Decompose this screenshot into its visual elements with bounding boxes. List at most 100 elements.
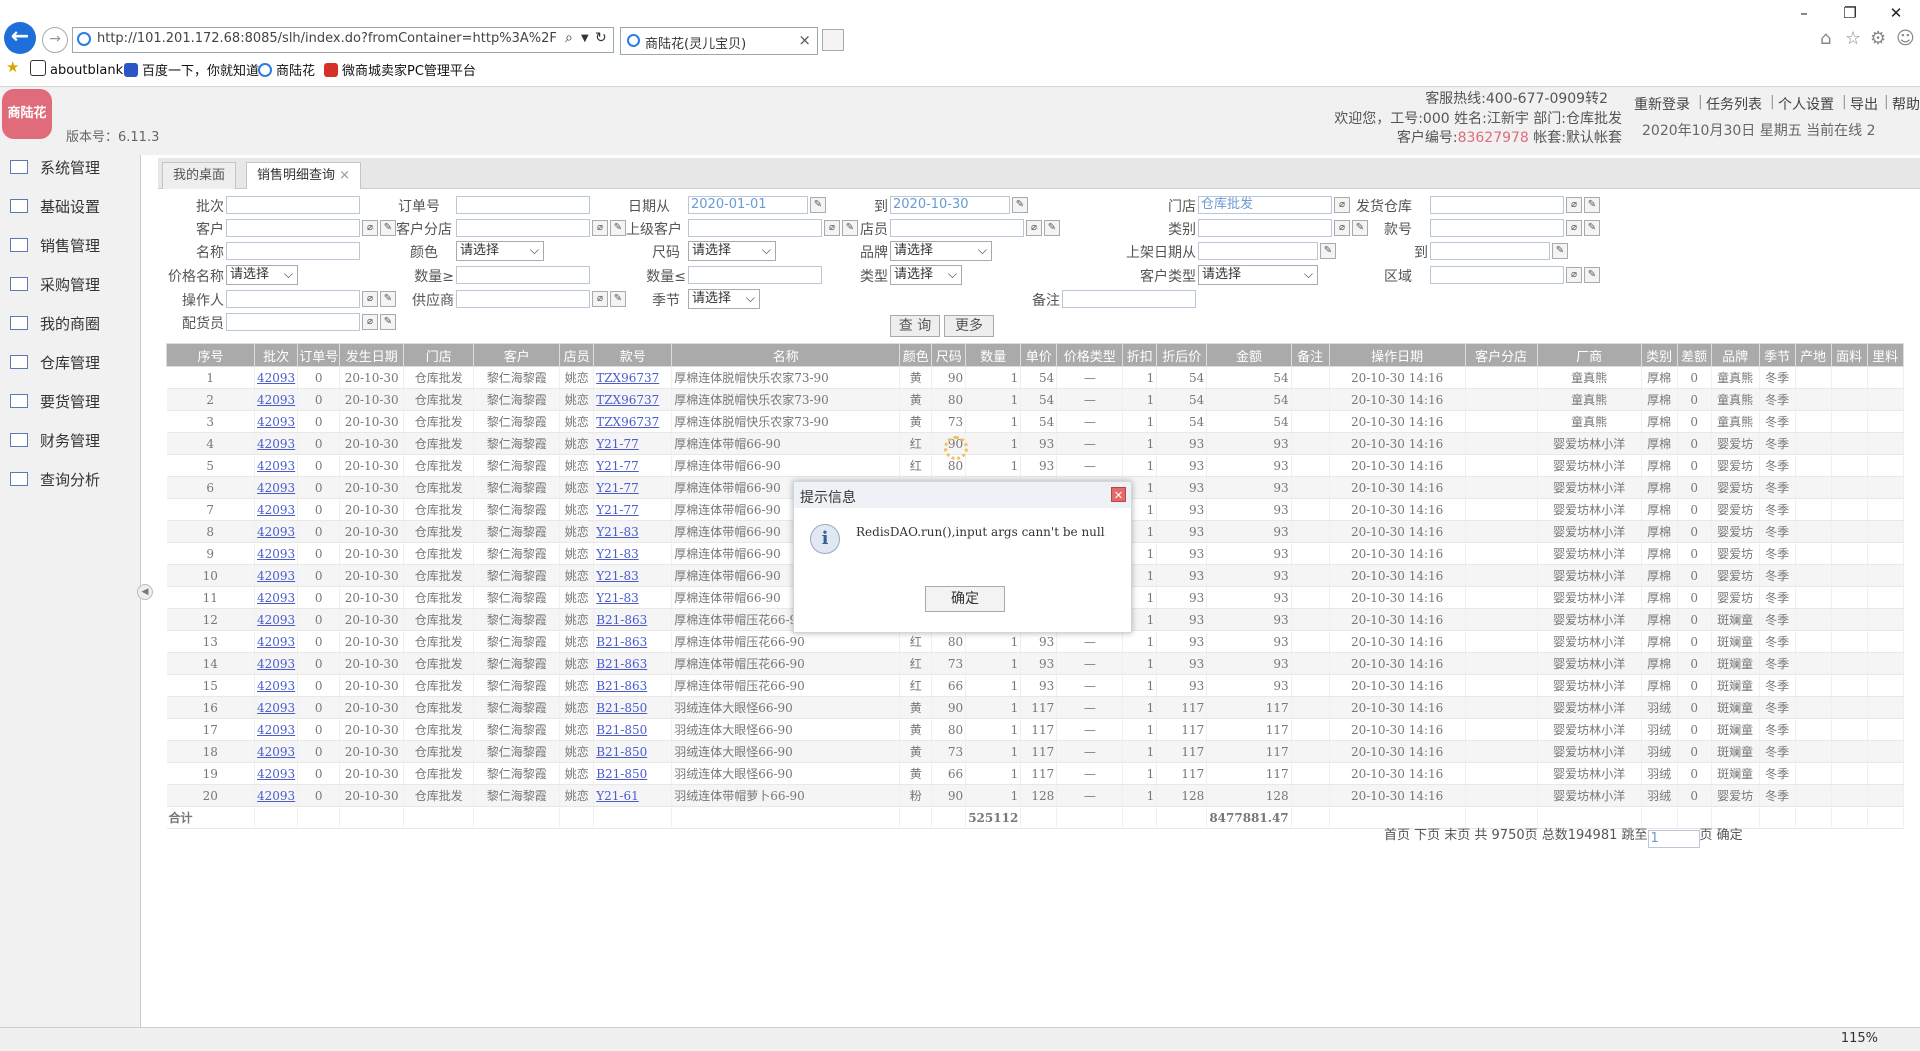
column-header[interactable]: 品牌	[1710, 343, 1760, 367]
column-header[interactable]: 订单号	[297, 343, 341, 367]
category-input[interactable]	[1198, 219, 1332, 237]
cell-link[interactable]: B21-850	[593, 718, 673, 741]
date-from-input[interactable]: 2020-01-01	[688, 196, 808, 214]
clear-icon[interactable]: ⌀	[592, 220, 608, 236]
price-name-select[interactable]: 请选择	[226, 265, 298, 285]
sidebar-item-finance[interactable]: 财务管理	[10, 430, 100, 451]
table-row[interactable]: 14 42093 0 20-10-30 仓库批发 黎仁海黎霞 姚恋 B21-863 厚棉连体带帽…	[166, 652, 1904, 675]
maximize-icon[interactable]: ❐	[1830, 0, 1870, 28]
qty-ge-input[interactable]	[456, 266, 590, 284]
calendar-icon[interactable]: ✎	[1012, 197, 1028, 213]
column-header[interactable]: 尺码	[931, 343, 967, 367]
clear-icon[interactable]: ⌀	[592, 291, 608, 307]
column-header[interactable]: 差额	[1676, 343, 1712, 367]
column-header[interactable]: 折后价	[1156, 343, 1208, 367]
cell-link[interactable]: 42093	[254, 388, 299, 411]
cell-link[interactable]: Y21-83	[593, 542, 673, 565]
cell-link[interactable]: B21-850	[593, 740, 673, 763]
clear-icon[interactable]: ⌀	[824, 220, 840, 236]
table-row[interactable]: 1 42093 0 20-10-30 仓库批发 黎仁海黎霞 姚恋 TZX96737 厚棉连体脱帽…	[166, 366, 1904, 389]
season-select[interactable]: 请选择	[688, 289, 760, 309]
column-header[interactable]: 客户分店	[1464, 343, 1538, 367]
column-header[interactable]: 款号	[593, 343, 673, 367]
edit-icon[interactable]: ✎	[1584, 267, 1600, 283]
cell-link[interactable]: 42093	[254, 410, 299, 433]
table-row[interactable]: 20 42093 0 20-10-30 仓库批发 黎仁海黎霞 姚恋 Y21-61 羽绒连体带帽萝…	[166, 784, 1904, 807]
search-icon[interactable]: ⌕	[565, 30, 573, 46]
name-input[interactable]	[226, 242, 360, 260]
calendar-icon[interactable]: ✎	[1552, 243, 1568, 259]
cell-link[interactable]: B21-850	[593, 762, 673, 785]
ship-warehouse-input[interactable]	[1430, 196, 1564, 214]
zoom-level[interactable]: 115%	[1841, 1031, 1878, 1046]
cell-link[interactable]: Y21-77	[593, 432, 673, 455]
column-header[interactable]: 数量	[965, 343, 1022, 367]
column-header[interactable]: 产地	[1794, 343, 1832, 367]
minimize-icon[interactable]: –	[1784, 0, 1824, 28]
home-icon[interactable]: ⌂	[1820, 28, 1831, 49]
size-select[interactable]: 请选择	[688, 241, 776, 261]
table-row[interactable]: 18 42093 0 20-10-30 仓库批发 黎仁海黎霞 姚恋 B21-850 羽绒连体大眼…	[166, 740, 1904, 763]
collapse-sidebar-icon[interactable]: ◀	[137, 584, 153, 600]
calendar-icon[interactable]: ✎	[810, 197, 826, 213]
clear-icon[interactable]: ⌀	[1334, 220, 1350, 236]
forward-button[interactable]: →	[42, 27, 68, 53]
clear-icon[interactable]: ⌀	[362, 220, 378, 236]
pager-text[interactable]: 首页 下页 末页 共 9750页 总数194981 跳至	[1384, 828, 1648, 843]
fav-item[interactable]: 微商城卖家PC管理平台	[324, 60, 476, 79]
clear-icon[interactable]: ⌀	[1026, 220, 1042, 236]
cell-link[interactable]: 42093	[254, 564, 299, 587]
table-row[interactable]: 4 42093 0 20-10-30 仓库批发 黎仁海黎霞 姚恋 Y21-77 厚棉连体带帽66…	[166, 432, 1904, 455]
qty-le-input[interactable]	[688, 266, 822, 284]
column-header[interactable]: 折扣	[1122, 343, 1158, 367]
address-bar[interactable]: http://101.201.172.68:8085/slh/index.do?…	[72, 27, 614, 53]
settings-icon[interactable]: ⚙	[1870, 28, 1886, 49]
help-link[interactable]: 帮助	[1892, 94, 1920, 114]
sidebar-item-system[interactable]: 系统管理	[10, 157, 100, 178]
ok-button[interactable]: 确定	[925, 586, 1005, 612]
browser-tab[interactable]: 商陆花(灵儿宝贝) ×	[620, 27, 818, 55]
clear-icon[interactable]: ⌀	[1334, 197, 1350, 213]
edit-icon[interactable]: ✎	[610, 291, 626, 307]
cell-link[interactable]: 42093	[254, 652, 299, 675]
cell-link[interactable]: 42093	[254, 630, 299, 653]
edit-icon[interactable]: ✎	[1584, 197, 1600, 213]
column-header[interactable]: 客户	[473, 343, 561, 367]
tab-desktop[interactable]: 我的桌面	[162, 162, 237, 189]
favorites-star-icon[interactable]: ★	[6, 58, 19, 76]
clerk-input[interactable]	[890, 219, 1024, 237]
batch-input[interactable]	[226, 196, 360, 214]
edit-icon[interactable]: ✎	[380, 314, 396, 330]
style-no-input[interactable]	[1430, 219, 1564, 237]
edit-icon[interactable]: ✎	[842, 220, 858, 236]
table-row[interactable]: 17 42093 0 20-10-30 仓库批发 黎仁海黎霞 姚恋 B21-850 羽绒连体大眼…	[166, 718, 1904, 741]
cell-link[interactable]: 42093	[254, 718, 299, 741]
close-tab-icon[interactable]: ×	[798, 31, 811, 49]
cell-link[interactable]: TZX96737	[593, 410, 673, 433]
edit-icon[interactable]: ✎	[1044, 220, 1060, 236]
cell-link[interactable]: Y21-83	[593, 586, 673, 609]
parent-customer-input[interactable]	[688, 219, 822, 237]
cell-link[interactable]: B21-850	[593, 696, 673, 719]
sidebar-item-purchase[interactable]: 采购管理	[10, 274, 100, 295]
cell-link[interactable]: 42093	[254, 674, 299, 697]
cell-link[interactable]: 42093	[254, 586, 299, 609]
table-row[interactable]: 5 42093 0 20-10-30 仓库批发 黎仁海黎霞 姚恋 Y21-77 厚棉连体带帽66…	[166, 454, 1904, 477]
remark-input[interactable]	[1062, 290, 1196, 308]
cell-link[interactable]: Y21-83	[593, 564, 673, 587]
region-input[interactable]	[1430, 266, 1564, 284]
cell-link[interactable]: Y21-77	[593, 476, 673, 499]
clear-icon[interactable]: ⌀	[1566, 197, 1582, 213]
customer-type-select[interactable]: 请选择	[1198, 265, 1318, 285]
type-select[interactable]: 请选择	[890, 265, 962, 285]
fav-item[interactable]: aboutblank	[30, 60, 123, 78]
clear-icon[interactable]: ⌀	[1566, 220, 1582, 236]
cell-link[interactable]: B21-863	[593, 630, 673, 653]
new-tab-button[interactable]	[822, 29, 844, 51]
back-button[interactable]: ←	[4, 22, 36, 54]
column-header[interactable]: 厂商	[1536, 343, 1642, 367]
relogin-link[interactable]: 重新登录	[1634, 94, 1690, 114]
favorites-icon[interactable]: ☆	[1845, 28, 1861, 49]
sidebar-item-warehouse[interactable]: 仓库管理	[10, 352, 100, 373]
cell-link[interactable]: 42093	[254, 542, 299, 565]
